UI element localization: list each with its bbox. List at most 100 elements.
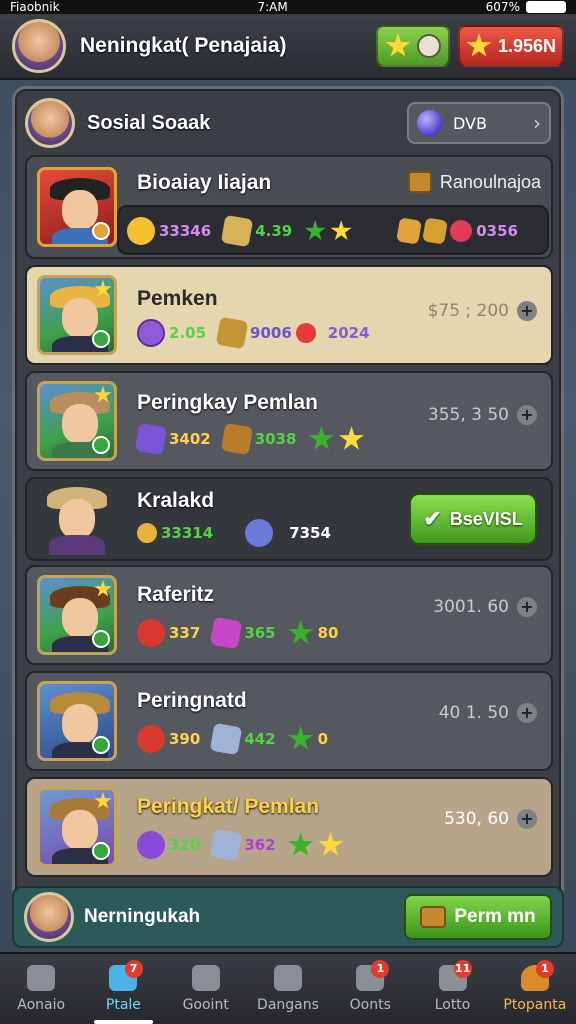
star-icon [288,726,314,750]
player-name: Kralakd [137,489,215,512]
box-icon [396,217,423,245]
panel-avatar [25,98,75,148]
clock: 7:AM [257,0,288,14]
player-portrait [37,381,117,461]
player-name: Peringkay Pemlan [137,391,318,414]
my-avatar [24,892,74,942]
battery-icon [525,1,566,13]
rewards-button[interactable] [376,25,450,67]
chest-icon [407,171,432,193]
notification-badge: 11 [453,960,472,978]
power-value: 530, 60 + [444,809,537,829]
plus-icon[interactable]: + [517,405,537,425]
tab-oonts[interactable]: Oonts 1 [329,954,411,1024]
player-portrait [37,681,117,761]
gem-icon [450,220,473,242]
player-portrait [37,787,117,867]
plus-icon[interactable]: + [517,703,537,723]
plus-icon[interactable]: + [517,809,537,829]
featured-name: Bioaiay Iiajan [137,171,272,194]
bottom-tab-bar: Aonaio Ptale 7 Gooint Dangans Oonts 1 Lo… [0,952,576,1024]
server-dropdown[interactable]: DVB › [407,102,551,144]
leaf-icon [137,725,165,753]
player-name: Peringkat/ Pemlan [137,795,320,818]
rank-row[interactable]: Pemken $75 ; 200 + 2.05 9006 2024 [25,265,553,365]
leaf-icon [137,319,165,347]
leaf-icon [137,619,165,647]
crystal-icon [210,828,243,862]
star-icon [318,832,344,856]
ufo-icon [245,519,274,547]
check-icon: ✔ [423,506,442,531]
plus-icon[interactable]: + [517,301,537,321]
rank-label-text: Ranoulnajoa [439,171,541,192]
tab-ptale[interactable]: Ptale 7 [82,954,164,1024]
player-name: Peringnatd [137,689,247,712]
permission-button[interactable]: Perm mn [404,894,552,940]
my-name: Nerningukah [84,906,201,927]
gold-coin-icon [127,217,155,245]
status-right: 607% [486,0,566,14]
star-icon [339,426,364,450]
cube-icon [134,422,168,456]
notification-badge: 1 [371,960,390,978]
tab-gooint[interactable]: Gooint [165,954,247,1024]
player-name: Pemken [137,287,218,310]
server-value: DVB [453,113,487,133]
rank-row[interactable]: Peringkat/ Pemlan 530, 60 + 320 362 [25,777,553,877]
gold-bar-icon [215,316,249,350]
star-icon [288,620,314,644]
my-rank-bar: Nerningukah Perm mn [12,886,564,948]
panel-header: Sosial Soaak DVB › [25,95,551,151]
chest-icon [220,422,253,456]
plus-icon[interactable]: + [517,597,537,617]
star-icon [330,220,352,241]
featured-res-3: 0356 [476,222,518,240]
tab-ptopanta[interactable]: Ptopanta 1 [494,954,576,1024]
ruby-icon [295,323,316,343]
star-icon [385,33,411,57]
player-portrait [37,275,117,355]
box-icon [422,217,449,245]
power-value: 40 1. 50 + [439,703,537,723]
star-icon [304,220,326,241]
battery-percent: 607% [485,0,520,14]
power-value: $75 ; 200 + [428,301,537,321]
notification-badge: 1 [535,960,554,978]
rank-row[interactable]: Peringnatd 40 1. 50 + 390 442 0 [25,671,553,771]
rank-row[interactable]: Raferitz 3001. 60 + 337 365 80 [25,565,553,665]
scroll-icon [273,965,302,991]
coin-icon [137,523,157,543]
page-title: Neningkat( Penajaia) [80,34,287,57]
featured-res-2: 4.39 [255,222,293,240]
featured-resources: 33346 4.39 0356 [117,205,549,255]
medal-icon [417,34,441,58]
claim-button[interactable]: ✔ BseVISL [409,493,537,545]
claim-row[interactable]: Kralakd 33314 7354 ✔ BseVISL [25,477,553,561]
rank-row[interactable]: Peringkay Pemlan 355, 3 50 + 3402 3038 [25,371,553,471]
panel-title: Sosial Soaak [87,111,211,134]
player-name: Raferitz [137,583,215,606]
tab-dangans[interactable]: Dangans [247,954,329,1024]
tab-home[interactable]: Aonaio [0,954,82,1024]
player-portrait [37,483,117,555]
player-portrait [37,575,117,655]
leaf-icon [137,831,165,859]
player-avatar[interactable] [12,19,66,73]
featured-row[interactable]: Bioaiay Iiajan Ranoulnajoa 33346 4.39 03… [25,155,553,259]
tab-lotto[interactable]: Lotto 11 [411,954,493,1024]
chest-icon [420,906,447,928]
notification-badge: 7 [124,960,143,978]
home-icon [27,965,56,991]
power-value: 355, 3 50 + [428,405,537,425]
chest-icon [191,965,220,991]
power-value: 3001. 60 + [433,597,537,617]
gold-value: 1.956N [497,35,557,56]
cube-icon [210,616,243,650]
rank-label: Ranoulnajoa [407,171,541,193]
status-bar: Fiaobnik 7:AM 607% [0,0,576,14]
featured-portrait [37,167,117,247]
leaderboard-panel: Sosial Soaak DVB › Bioaiay Iiajan Ranoul… [12,86,564,948]
horn-icon [220,214,254,248]
gold-currency-button[interactable]: 1.956N [458,25,564,67]
